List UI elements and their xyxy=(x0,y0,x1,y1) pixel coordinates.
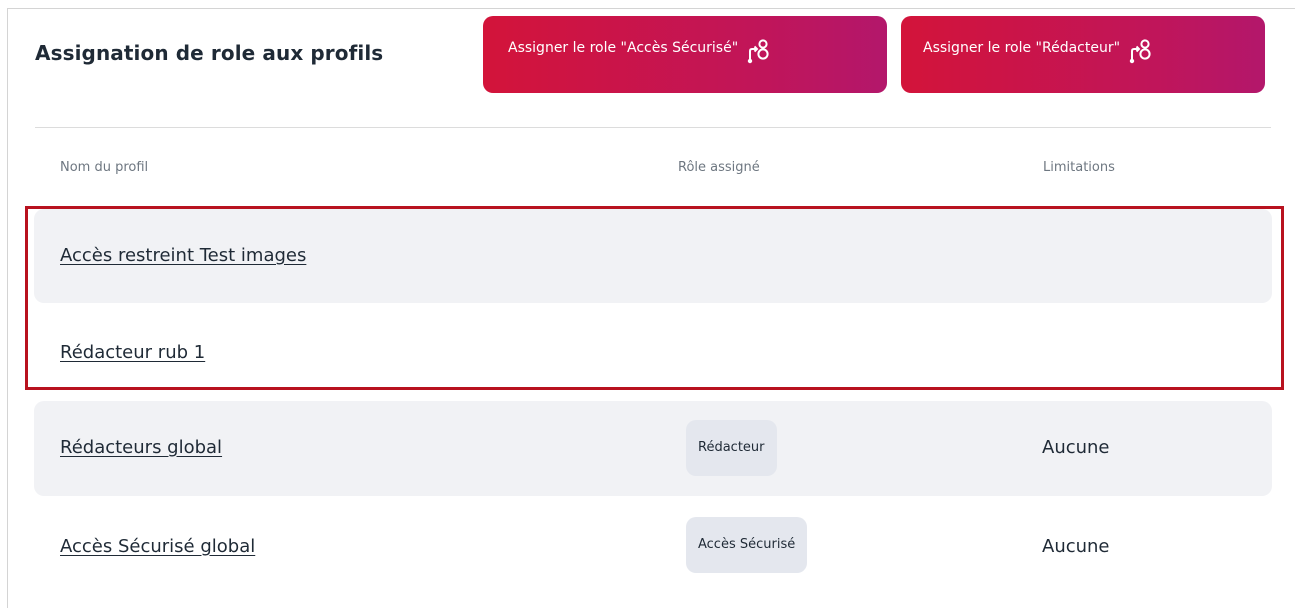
assign-secure-role-label: Assigner le role "Accès Sécurisé" xyxy=(508,40,739,56)
profile-link[interactable]: Rédacteurs global xyxy=(60,437,222,458)
profile-link[interactable]: Accès restreint Test images xyxy=(60,245,306,266)
assign-secure-role-button[interactable]: Assigner le role "Accès Sécurisé" xyxy=(483,16,887,93)
table-row: Accès restreint Test images xyxy=(34,209,1272,303)
column-header-profile-name: Nom du profil xyxy=(60,160,149,175)
table-row: Rédacteurs global Rédacteur Aucune xyxy=(34,401,1272,496)
column-header-assigned-role: Rôle assigné xyxy=(678,160,760,175)
role-badge: Accès Sécurisé xyxy=(686,517,808,573)
assign-editor-role-button[interactable]: Assigner le role "Rédacteur" xyxy=(901,16,1265,93)
user-assign-icon xyxy=(1129,38,1153,68)
limitations-value: Aucune xyxy=(1042,437,1110,458)
table-row: Accès Sécurisé global Accès Sécurisé Auc… xyxy=(34,498,1272,593)
page-title: Assignation de role aux profils xyxy=(35,41,384,65)
user-assign-icon xyxy=(747,38,771,68)
table-row: Rédacteur rub 1 xyxy=(34,305,1272,399)
column-header-limitations: Limitations xyxy=(1043,160,1115,175)
profile-link[interactable]: Rédacteur rub 1 xyxy=(60,342,205,363)
role-badge: Rédacteur xyxy=(686,420,777,476)
profile-link[interactable]: Accès Sécurisé global xyxy=(60,536,255,557)
limitations-value: Aucune xyxy=(1042,536,1110,557)
assign-editor-role-label: Assigner le role "Rédacteur" xyxy=(923,40,1121,56)
header-divider xyxy=(35,127,1271,128)
